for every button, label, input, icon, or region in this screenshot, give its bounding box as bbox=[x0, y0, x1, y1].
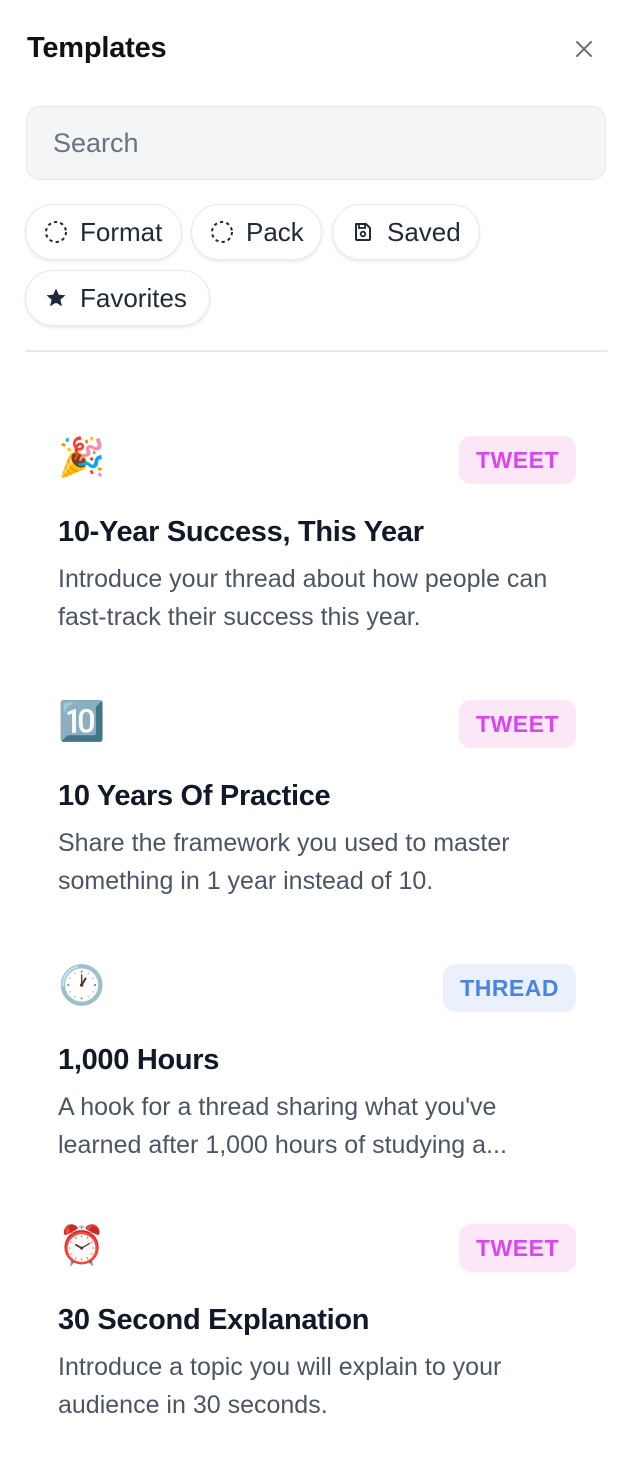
star-icon bbox=[44, 286, 68, 310]
panel-header: Templates bbox=[27, 28, 607, 74]
divider bbox=[26, 350, 607, 352]
type-badge: TWEET bbox=[459, 436, 576, 484]
templates-panel: Templates Format Pack bbox=[0, 0, 636, 1466]
type-badge: TWEET bbox=[459, 700, 576, 748]
template-title: 1,000 Hours bbox=[58, 1044, 220, 1076]
dashed-circle-icon bbox=[210, 220, 234, 244]
filter-chip-pack[interactable]: Pack bbox=[191, 204, 322, 260]
keycap-ten-icon: 🔟 bbox=[58, 701, 106, 743]
party-popper-icon: 🎉 bbox=[58, 437, 106, 479]
filter-chip-label: Pack bbox=[246, 216, 304, 247]
save-icon bbox=[351, 220, 375, 244]
template-card[interactable]: 🕐 THREAD 1,000 Hours A hook for a thread… bbox=[58, 964, 576, 1174]
alarm-clock-icon: ⏰ bbox=[58, 1225, 106, 1267]
template-title: 30 Second Explanation bbox=[58, 1304, 370, 1336]
template-card[interactable]: 🎉 TWEET 10-Year Success, This Year Intro… bbox=[58, 436, 576, 646]
template-description: Share the framework you used to master s… bbox=[58, 829, 510, 895]
template-title: 10 Years Of Practice bbox=[58, 780, 331, 812]
template-card[interactable]: ⏰ TWEET 30 Second Explanation Introduce … bbox=[58, 1224, 576, 1434]
search-box bbox=[26, 106, 606, 180]
filter-chip-saved[interactable]: Saved bbox=[332, 204, 480, 260]
filter-chip-label: Format bbox=[80, 216, 163, 247]
template-description: Introduce your thread about how people c… bbox=[58, 565, 548, 631]
dashed-circle-icon bbox=[44, 220, 68, 244]
filter-chip-label: Saved bbox=[387, 216, 461, 247]
template-description: Introduce a topic you will explain to yo… bbox=[58, 1353, 502, 1419]
filter-chip-label: Favorites bbox=[80, 282, 187, 313]
search-input[interactable] bbox=[27, 107, 605, 179]
filter-chip-favorites[interactable]: Favorites bbox=[25, 270, 210, 326]
template-title: 10-Year Success, This Year bbox=[58, 516, 424, 548]
panel-title: Templates bbox=[27, 32, 167, 64]
filter-chip-format[interactable]: Format bbox=[25, 204, 182, 260]
clock-icon: 🕐 bbox=[58, 965, 106, 1007]
template-description: A hook for a thread sharing what you've … bbox=[58, 1093, 507, 1159]
type-badge: TWEET bbox=[459, 1224, 576, 1272]
close-icon bbox=[576, 41, 592, 57]
type-badge: THREAD bbox=[443, 964, 576, 1012]
template-card[interactable]: 🔟 TWEET 10 Years Of Practice Share the f… bbox=[58, 700, 576, 910]
close-button[interactable] bbox=[573, 38, 595, 60]
